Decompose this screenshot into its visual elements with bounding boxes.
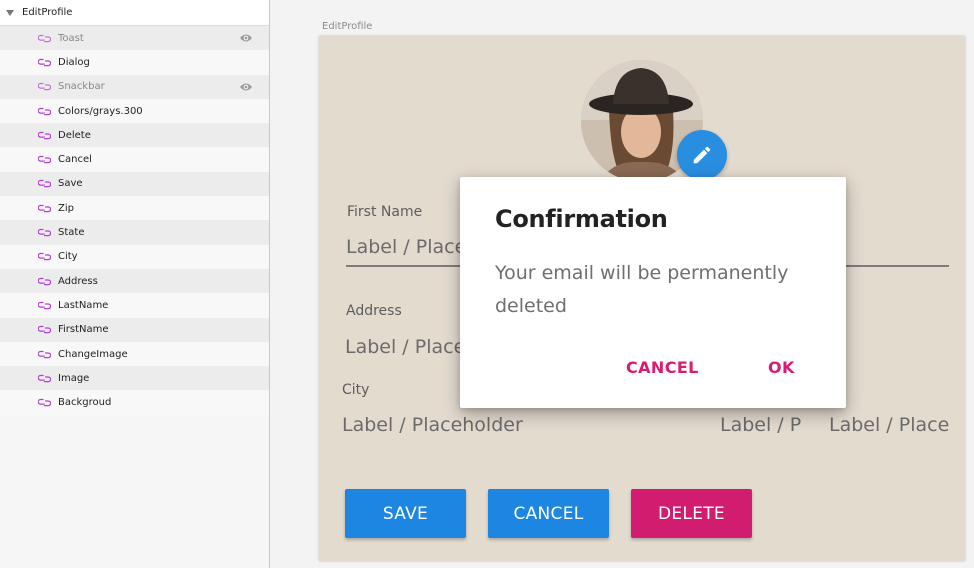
dialog-title: Confirmation <box>495 205 668 233</box>
symbol-instance-icon <box>38 349 51 360</box>
layer-label: City <box>58 251 78 263</box>
layer-label: FirstName <box>58 324 109 336</box>
dialog-ok-button[interactable]: OK <box>768 358 795 377</box>
layer-row[interactable]: Colors/grays.300 <box>0 98 269 124</box>
layer-label: Zip <box>58 202 74 214</box>
symbol-instance-icon <box>38 33 51 44</box>
symbol-instance-icon <box>38 227 51 238</box>
symbol-instance-icon <box>38 106 51 117</box>
eye-icon[interactable] <box>239 33 253 43</box>
city-field[interactable]: Label / Placeholder <box>342 414 602 436</box>
first-name-label: First Name <box>347 204 423 220</box>
dialog-message: Your email will be permanently deleted <box>495 262 789 317</box>
layer-label: Delete <box>58 129 91 141</box>
layer-label: ChangeImage <box>58 348 128 360</box>
state-field[interactable]: Label / Placeholder <box>720 414 802 436</box>
layer-row[interactable]: Address <box>0 268 269 294</box>
confirmation-dialog: Confirmation Your email will be permanen… <box>460 177 846 408</box>
layer-row[interactable]: FirstName <box>0 317 269 342</box>
layer-label: Snackbar <box>58 81 105 93</box>
symbol-instance-icon <box>38 373 51 384</box>
layer-row[interactable]: Save <box>0 171 269 197</box>
layer-group-label: EditProfile <box>22 7 73 18</box>
layer-label: Colors/grays.300 <box>58 105 143 117</box>
layer-row[interactable]: Toast <box>0 26 269 51</box>
layer-label: Save <box>58 178 83 190</box>
cancel-button[interactable]: CANCEL <box>488 489 609 538</box>
layer-label: Image <box>58 372 90 384</box>
layer-row[interactable]: City <box>0 244 269 269</box>
dialog-cancel-button[interactable]: CANCEL <box>626 358 699 377</box>
change-image-button[interactable] <box>677 130 727 180</box>
city-label: City <box>342 382 370 398</box>
symbol-instance-icon <box>38 276 51 287</box>
symbol-instance-icon <box>38 397 51 408</box>
layer-row[interactable]: Backgroud <box>0 390 269 415</box>
layer-row[interactable]: Dialog <box>0 50 269 75</box>
layer-label: Dialog <box>58 56 90 68</box>
layer-list: Toast Dialog Snackbar Colors/grays.300 Delet… <box>0 26 269 415</box>
symbol-instance-icon <box>38 300 51 311</box>
layer-row[interactable]: LastName <box>0 293 269 318</box>
layer-label: State <box>58 227 85 239</box>
layer-row[interactable]: State <box>0 220 269 245</box>
symbol-instance-icon <box>38 57 51 68</box>
layer-row[interactable]: Snackbar <box>0 74 269 99</box>
delete-button[interactable]: DELETE <box>631 489 752 538</box>
layer-row[interactable]: Cancel <box>0 147 269 172</box>
symbol-instance-icon <box>38 251 51 262</box>
artboard-title[interactable]: EditProfile <box>322 21 372 32</box>
layer-label: Address <box>58 275 98 287</box>
eye-icon[interactable] <box>239 82 253 92</box>
layer-label: Backgroud <box>58 397 112 409</box>
layer-row[interactable]: Delete <box>0 123 269 148</box>
symbol-instance-icon <box>38 154 51 165</box>
symbol-instance-icon <box>38 203 51 214</box>
layer-label: Cancel <box>58 154 92 166</box>
layers-panel: EditProfile Toast Dialog Snackbar Colors/gr… <box>0 0 270 568</box>
disclosure-triangle-icon[interactable] <box>6 9 14 17</box>
layer-row[interactable]: ChangeImage <box>0 341 269 367</box>
layer-row[interactable]: Image <box>0 366 269 391</box>
layer-label: LastName <box>58 299 109 311</box>
save-button[interactable]: SAVE <box>345 489 466 538</box>
symbol-instance-icon <box>38 324 51 335</box>
symbol-instance-icon <box>38 81 51 92</box>
layer-label: Toast <box>58 32 84 44</box>
address-label: Address <box>346 303 402 319</box>
symbol-instance-icon <box>38 130 51 141</box>
zip-field[interactable]: Label / Placeholder <box>829 414 949 436</box>
layer-group-editprofile[interactable]: EditProfile <box>0 0 269 26</box>
symbol-instance-icon <box>38 178 51 189</box>
pencil-icon <box>691 144 713 166</box>
layer-row[interactable]: Zip <box>0 196 269 221</box>
